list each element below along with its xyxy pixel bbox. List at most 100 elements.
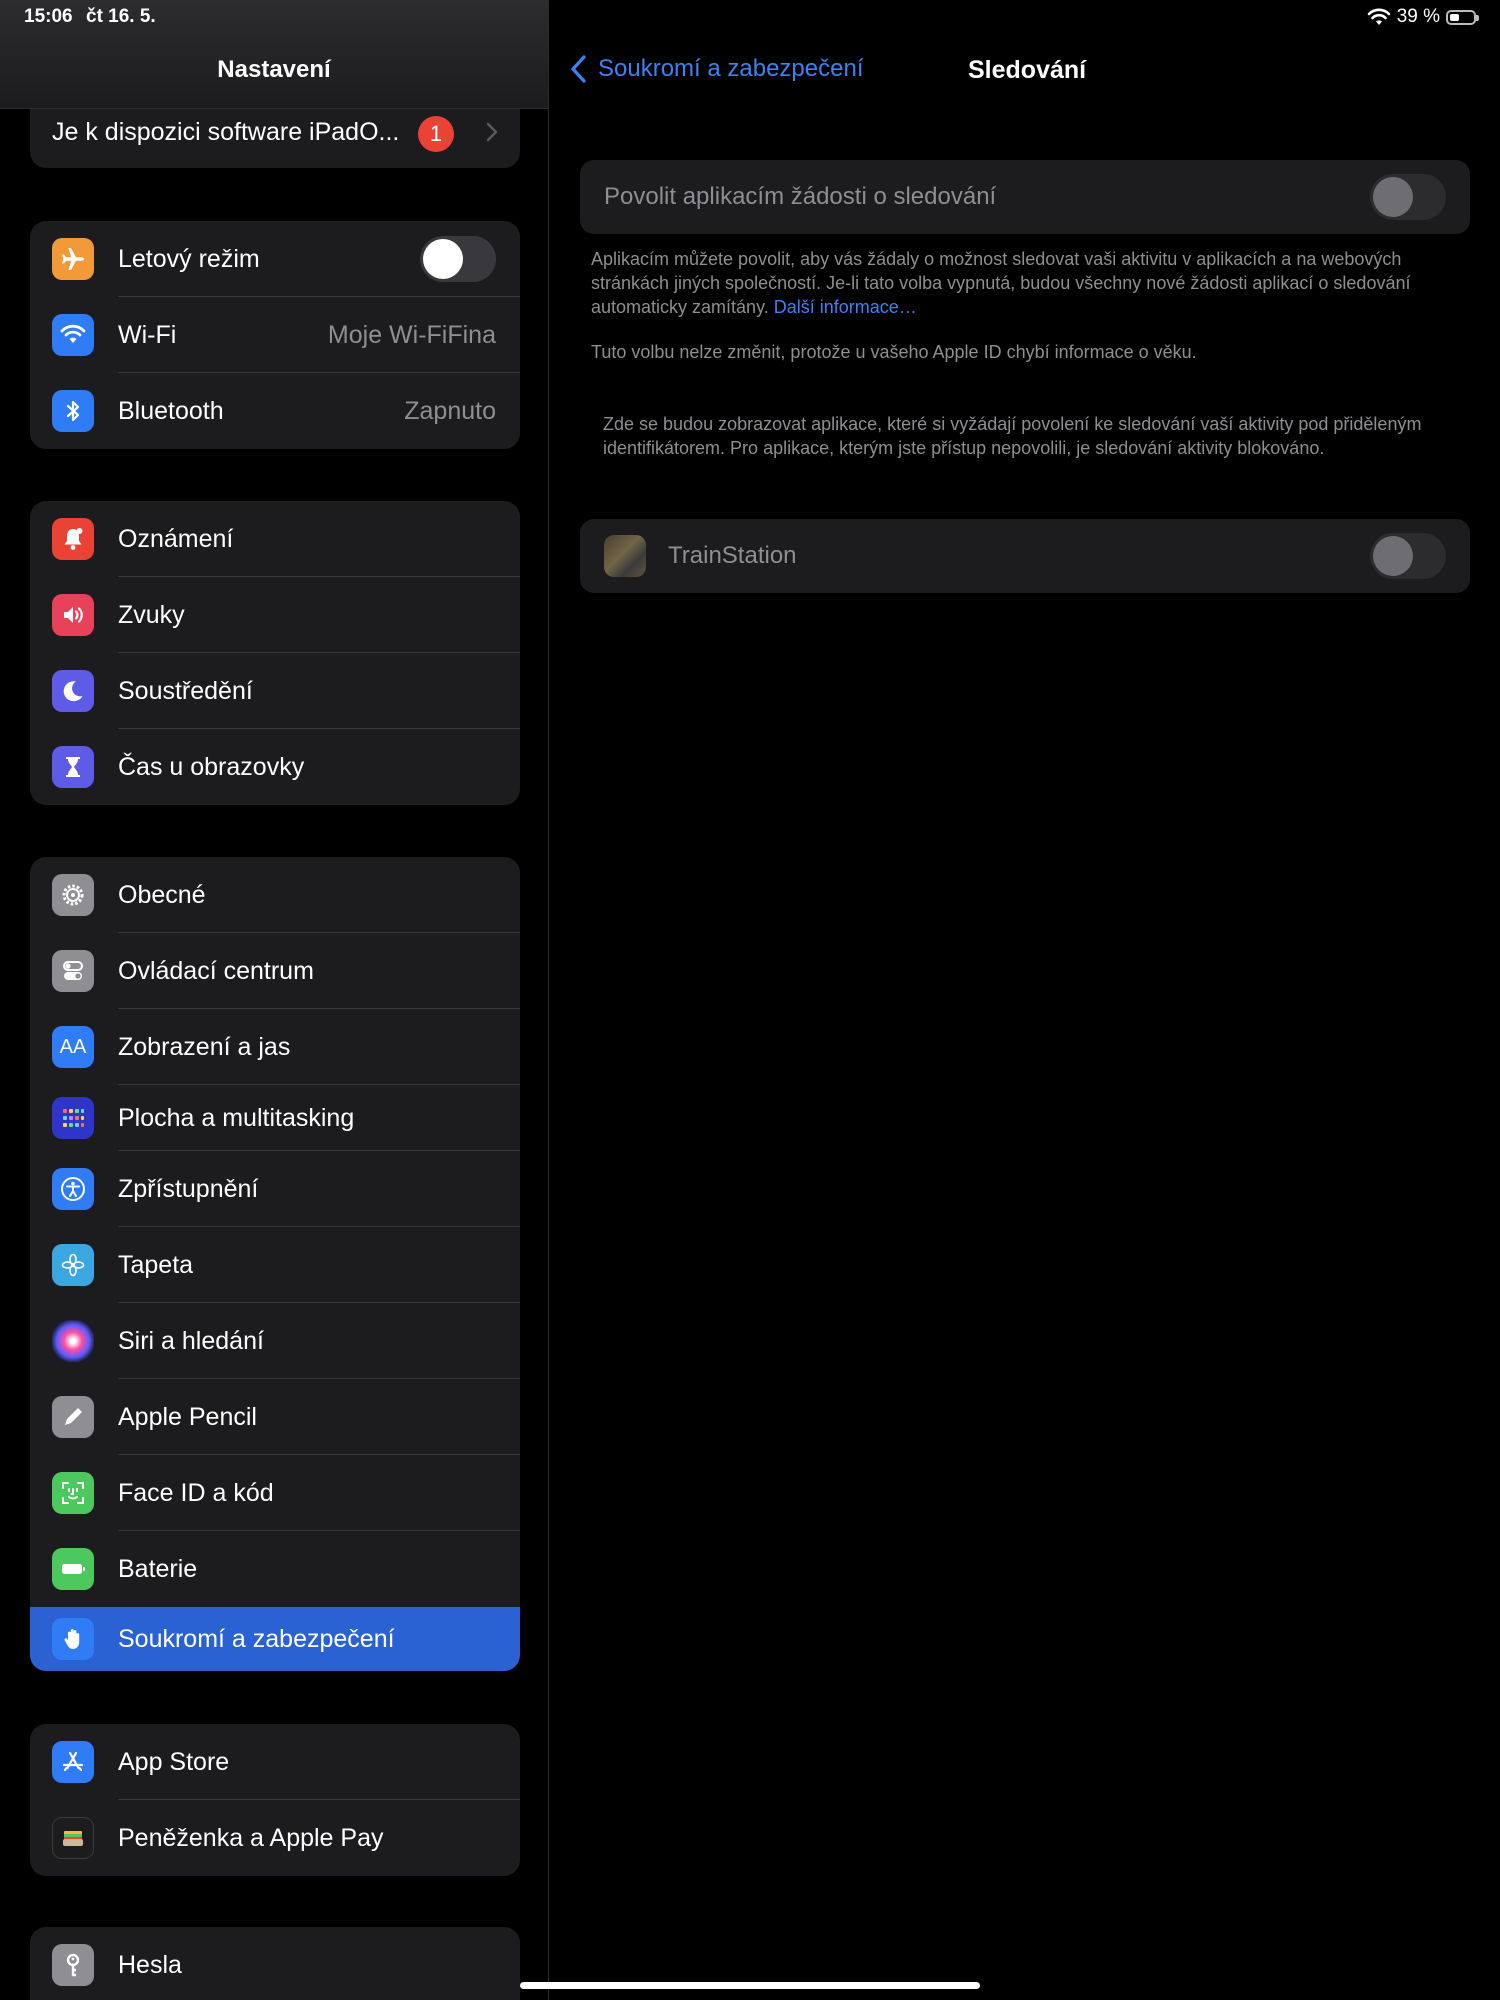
wifi-icon: [52, 314, 94, 356]
app-store-icon: [52, 1741, 94, 1783]
status-date: čt 16. 5.: [86, 6, 156, 27]
sidebar-item-notifications[interactable]: Oznámení: [30, 501, 520, 577]
sidebar-item-general[interactable]: Obecné: [30, 857, 520, 933]
sidebar-item-passwords[interactable]: Hesla: [30, 1927, 520, 2000]
sidebar-item-label: Ovládací centrum: [118, 956, 314, 985]
grid-icon: [52, 1097, 94, 1139]
app-tracking-toggle: [1370, 533, 1446, 579]
sidebar-item-screen-time[interactable]: Čas u obrazovky: [30, 729, 520, 805]
sidebar-item-label: Oznámení: [118, 524, 234, 553]
update-badge: 1: [418, 116, 454, 152]
sidebar-item-label: Hesla: [118, 1950, 182, 1979]
chevron-right-icon: [486, 122, 498, 142]
apps-info-note: Zde se budou zobrazovat aplikace, které …: [603, 414, 1422, 458]
page-title: Sledování: [968, 56, 1087, 84]
sidebar-item-wallpaper[interactable]: Tapeta: [30, 1227, 520, 1303]
sidebar-item-label: Apple Pencil: [118, 1402, 257, 1431]
battery-percent: 39 %: [1396, 6, 1440, 27]
bell-icon: [52, 518, 94, 560]
hourglass-icon: [52, 746, 94, 788]
siri-icon: [52, 1320, 94, 1362]
age-info-note: Tuto volbu nelze změnit, protože u vašeh…: [591, 342, 1197, 362]
sidebar-item-label: Wi-Fi: [118, 320, 177, 349]
hand-icon: [52, 1618, 94, 1660]
sidebar-item-face-id[interactable]: Face ID a kód: [30, 1455, 520, 1531]
general-group: Obecné Ovládací centrum AA Zobrazení a j…: [30, 857, 520, 1671]
sidebar-item-label: Tapeta: [118, 1250, 194, 1279]
sidebar-item-bluetooth[interactable]: Bluetooth Zapnuto: [30, 373, 520, 449]
notifications-group: Oznámení Zvuky Soustředění Čas u obrazov…: [30, 501, 520, 805]
sidebar-item-sounds[interactable]: Zvuky: [30, 577, 520, 653]
settings-sidebar[interactable]: Nastavení Je k dispozici software iPadO.…: [0, 0, 548, 2000]
sidebar-item-label: Face ID a kód: [118, 1478, 274, 1507]
sidebar-item-label: Soustředění: [118, 676, 253, 705]
software-update-label: Je k dispozici software iPadO...: [52, 118, 400, 146]
face-id-icon: [52, 1472, 94, 1514]
more-info-link[interactable]: Další informace…: [774, 297, 917, 317]
sidebar-item-label: Soukromí a zabezpečení: [118, 1624, 395, 1653]
back-button-label: Soukromí a zabezpečení: [598, 55, 864, 82]
airplane-mode-toggle[interactable]: [420, 236, 496, 282]
bluetooth-icon: [52, 390, 94, 432]
app-tracking-row: TrainStation: [580, 519, 1470, 593]
gear-icon: [52, 874, 94, 916]
back-button[interactable]: Soukromí a zabezpečení: [570, 54, 864, 84]
wifi-status-icon: [1367, 8, 1390, 25]
key-icon: [52, 1944, 94, 1986]
sidebar-item-wallet[interactable]: Peněženka a Apple Pay: [30, 1800, 520, 1876]
bluetooth-status-value: Zapnuto: [404, 396, 496, 425]
sidebar-item-label: App Store: [118, 1747, 230, 1776]
sidebar-item-battery[interactable]: Baterie: [30, 1531, 520, 1607]
wallet-icon: [52, 1817, 94, 1859]
app-name-label: TrainStation: [668, 542, 797, 569]
sidebar-title: Nastavení: [217, 56, 331, 83]
sidebar-item-apple-pencil[interactable]: Apple Pencil: [30, 1379, 520, 1455]
sidebar-item-focus[interactable]: Soustředění: [30, 653, 520, 729]
sidebar-item-siri[interactable]: Siri a hledání: [30, 1303, 520, 1379]
connectivity-group: Letový režim Wi-Fi Moje Wi-FiFina Blueto…: [30, 221, 520, 449]
switches-icon: [52, 950, 94, 992]
sidebar-item-label: Siri a hledání: [118, 1326, 264, 1355]
home-indicator[interactable]: [520, 1982, 980, 1989]
sidebar-item-label: Plocha a multitasking: [118, 1103, 355, 1132]
passwords-group: Hesla: [30, 1927, 520, 2000]
allow-tracking-toggle: [1370, 174, 1446, 220]
sidebar-item-wifi[interactable]: Wi-Fi Moje Wi-FiFina: [30, 297, 520, 373]
tracking-description: Aplikacím můžete povolit, aby vás žádaly…: [591, 247, 1451, 319]
sidebar-item-label: Zvuky: [118, 600, 185, 629]
speaker-icon: [52, 594, 94, 636]
sidebar-item-label: Obecné: [118, 880, 206, 909]
sidebar-item-label: Letový režim: [118, 244, 260, 273]
trainstation-app-icon: [604, 535, 646, 577]
allow-tracking-label: Povolit aplikacím žádosti o sledování: [604, 183, 997, 210]
sidebar-item-label: Zobrazení a jas: [118, 1032, 291, 1061]
sidebar-item-label: Zpřístupnění: [118, 1174, 259, 1203]
battery-status-icon: [1446, 9, 1479, 25]
sidebar-item-label: Baterie: [118, 1554, 198, 1583]
sidebar-item-accessibility[interactable]: Zpřístupnění: [30, 1151, 520, 1227]
text-size-icon: AA: [52, 1026, 94, 1068]
sidebar-item-home-screen[interactable]: Plocha a multitasking: [30, 1085, 520, 1151]
sidebar-item-label: Čas u obrazovky: [118, 752, 305, 781]
tracking-description-text: Aplikacím můžete povolit, aby vás žádaly…: [591, 249, 1411, 317]
store-group: App Store Peněženka a Apple Pay: [30, 1724, 520, 1876]
battery-icon: [52, 1548, 94, 1590]
allow-tracking-row: Povolit aplikacím žádosti o sledování: [580, 160, 1470, 234]
status-bar: 15:06 čt 16. 5. 39 %: [0, 0, 1500, 36]
wifi-network-value: Moje Wi-FiFina: [327, 320, 496, 349]
moon-icon: [52, 670, 94, 712]
status-right: 39 %: [1367, 6, 1479, 28]
sidebar-item-display[interactable]: AA Zobrazení a jas: [30, 1009, 520, 1085]
chevron-left-icon: [571, 55, 586, 83]
sidebar-item-app-store[interactable]: App Store: [30, 1724, 520, 1800]
sidebar-item-control-center[interactable]: Ovládací centrum: [30, 933, 520, 1009]
flower-icon: [52, 1244, 94, 1286]
pencil-icon: [52, 1396, 94, 1438]
status-time: 15:06: [24, 6, 73, 27]
sidebar-item-label: Bluetooth: [118, 396, 224, 425]
accessibility-icon: [52, 1168, 94, 1210]
sidebar-item-label: Peněženka a Apple Pay: [118, 1823, 384, 1852]
sidebar-item-privacy[interactable]: Soukromí a zabezpečení: [30, 1607, 520, 1671]
sidebar-item-airplane[interactable]: Letový režim: [30, 221, 520, 297]
split-divider: [548, 0, 549, 2000]
